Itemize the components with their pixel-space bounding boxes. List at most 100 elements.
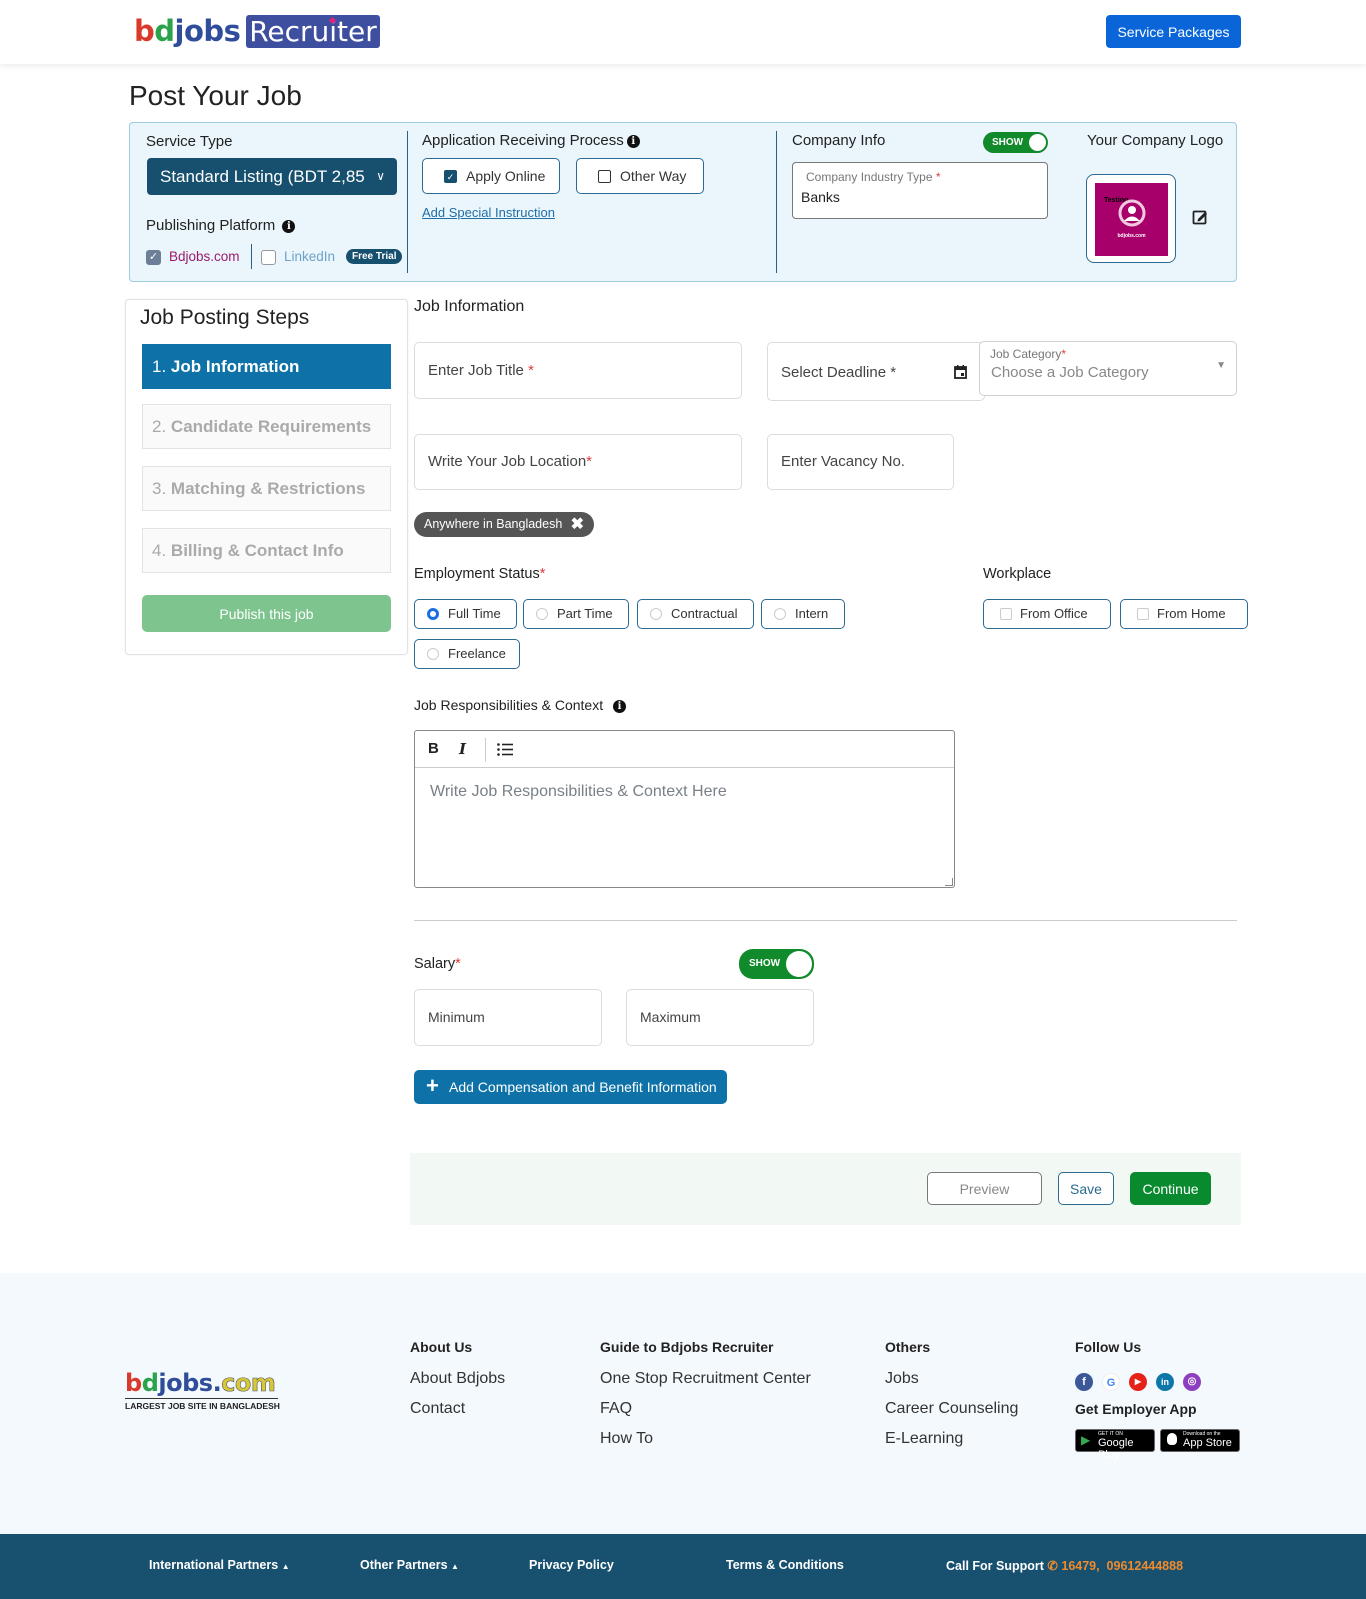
linkedin-checkbox[interactable] <box>261 250 276 265</box>
deadline-placeholder: Select Deadline * <box>781 364 897 381</box>
other-way-label: Other Way <box>620 168 687 184</box>
add-special-instruction-link[interactable]: Add Special Instruction <box>422 205 555 220</box>
step-number: 1. <box>152 357 167 376</box>
app-store-button[interactable]: Download on the App Store <box>1160 1429 1240 1452</box>
deadline-input[interactable]: Select Deadline * <box>767 342 985 401</box>
salary-visibility-toggle[interactable]: SHOW <box>739 949 814 979</box>
publishing-platform-label: Publishing Platform i <box>146 217 296 234</box>
salary-text: Salary <box>414 956 456 972</box>
radio-selected[interactable] <box>427 608 439 620</box>
responsibilities-editor[interactable]: B I Write Job Responsibilities & Context… <box>414 730 955 888</box>
other-way-checkbox[interactable] <box>598 170 611 183</box>
other-way-option[interactable]: Other Way <box>576 158 704 194</box>
workplace-checkbox[interactable] <box>1000 608 1012 620</box>
job-location-input[interactable]: Write Your Job Location* <box>414 434 742 490</box>
step-label: Matching & Restrictions <box>170 479 366 498</box>
employment-full-time[interactable]: Full Time <box>414 599 517 629</box>
instagram-icon[interactable]: ◎ <box>1183 1373 1201 1391</box>
bold-icon[interactable]: B <box>428 740 439 757</box>
step-matching-restrictions[interactable]: 3. Matching & Restrictions <box>142 466 391 511</box>
salary-minimum-input[interactable]: Minimum <box>414 989 602 1046</box>
footer-bottom-bar: International Partners ▲ Other Partners … <box>0 1534 1366 1599</box>
section-divider <box>776 131 777 273</box>
info-icon[interactable]: i <box>613 700 626 713</box>
bdjobs-checkbox[interactable]: ✓ <box>146 250 161 265</box>
recruiter-badge[interactable]: Recruiter <box>246 15 380 48</box>
job-category-select[interactable]: Job Category* Choose a Job Category ▼ <box>979 341 1237 396</box>
terms-conditions-link[interactable]: Terms & Conditions <box>726 1558 844 1572</box>
radio-unselected[interactable] <box>774 608 786 620</box>
employment-status-label: Employment Status* <box>414 566 546 582</box>
vacancy-input[interactable]: Enter Vacancy No. <box>767 434 954 490</box>
support-phone-number[interactable]: 16479, 09612444888 <box>1061 1559 1183 1573</box>
linkedin-icon[interactable]: in <box>1156 1373 1174 1391</box>
resize-handle[interactable] <box>945 878 953 886</box>
radio-label: Intern <box>795 606 829 621</box>
add-compensation-button[interactable]: + Add Compensation and Benefit Informatio… <box>414 1070 727 1104</box>
info-icon[interactable]: i <box>282 220 296 233</box>
google-icon[interactable]: G <box>1102 1373 1120 1391</box>
international-partners-dropdown[interactable]: International Partners ▲ <box>149 1558 290 1572</box>
phone-icon: ✆ <box>1047 1559 1058 1573</box>
footer-heading-others: Others <box>885 1339 931 1355</box>
privacy-policy-link[interactable]: Privacy Policy <box>529 1558 614 1572</box>
edit-icon[interactable] <box>1192 209 1208 225</box>
footer-link-career-counseling[interactable]: Career Counseling <box>885 1400 1018 1418</box>
bdjobs-logo[interactable]: bdjobs <box>134 14 241 48</box>
employment-contractual[interactable]: Contractual <box>637 599 754 629</box>
save-button[interactable]: Save <box>1058 1172 1114 1205</box>
step-candidate-requirements[interactable]: 2. Candidate Requirements <box>142 404 391 449</box>
preview-button[interactable]: Preview <box>927 1172 1042 1205</box>
workplace-from-office[interactable]: From Office <box>983 599 1111 629</box>
footer-link-jobs[interactable]: Jobs <box>885 1370 919 1388</box>
step-job-information[interactable]: 1. Job Information <box>142 344 391 389</box>
google-play-button[interactable]: ▶ GET IT ON Google Play <box>1075 1429 1155 1461</box>
italic-icon[interactable]: I <box>459 740 466 758</box>
radio-unselected[interactable] <box>427 648 439 660</box>
responsibilities-label: Job Responsibilities & Context i <box>414 697 626 713</box>
other-partners-label: Other Partners <box>360 1558 448 1572</box>
checkbox-label: From Home <box>1157 606 1226 621</box>
other-partners-dropdown[interactable]: Other Partners ▲ <box>360 1558 459 1572</box>
job-information-heading: Job Information <box>414 298 525 315</box>
facebook-icon[interactable]: f <box>1075 1373 1093 1391</box>
footer-heading-guide: Guide to Bdjobs Recruiter <box>600 1339 774 1355</box>
company-logo-frame[interactable]: Testing bdjobs.com <box>1086 174 1176 263</box>
employment-freelance[interactable]: Freelance <box>414 639 520 669</box>
job-title-input[interactable]: Enter Job Title * <box>414 342 742 399</box>
publish-job-button[interactable]: Publish this job <box>142 595 391 632</box>
footer-link-e-learning[interactable]: E-Learning <box>885 1430 963 1448</box>
store-big-text: Google Play <box>1098 1437 1134 1461</box>
company-industry-field[interactable]: Company Industry Type * Banks <box>792 162 1048 219</box>
footer-link-recruitment-center[interactable]: One Stop Recruitment Center <box>600 1370 811 1388</box>
store-big-text: App Store <box>1183 1437 1232 1449</box>
remove-chip-icon[interactable]: ✖ <box>571 512 584 537</box>
workplace-from-home[interactable]: From Home <box>1120 599 1248 629</box>
employment-intern[interactable]: Intern <box>761 599 845 629</box>
employment-part-time[interactable]: Part Time <box>523 599 629 629</box>
info-icon[interactable]: i <box>626 135 640 148</box>
apply-online-checkbox[interactable]: ✓ <box>444 170 457 183</box>
workplace-checkbox[interactable] <box>1137 608 1149 620</box>
service-packages-button[interactable]: Service Packages <box>1106 15 1241 48</box>
footer-bdjobs-logo[interactable]: bdjobs.com <box>125 1369 276 1398</box>
company-info-label: Company Info <box>792 132 886 149</box>
bullet-list-icon[interactable] <box>497 743 513 756</box>
salary-maximum-input[interactable]: Maximum <box>626 989 814 1046</box>
footer-link-about-bdjobs[interactable]: About Bdjobs <box>410 1370 505 1388</box>
calendar-icon[interactable] <box>954 365 967 379</box>
footer-link-contact[interactable]: Contact <box>410 1400 465 1418</box>
bdjobs-platform-label: Bdjobs.com <box>169 249 240 264</box>
footer-link-faq[interactable]: FAQ <box>600 1400 632 1418</box>
service-type-select[interactable]: Standard Listing (BDT 2,85 ∨ <box>147 158 397 195</box>
apply-online-option[interactable]: ✓ Apply Online <box>422 158 560 194</box>
youtube-icon[interactable]: ▶ <box>1129 1373 1147 1391</box>
continue-button[interactable]: Continue <box>1130 1172 1211 1205</box>
footer-link-how-to[interactable]: How To <box>600 1430 653 1448</box>
step-billing-contact[interactable]: 4. Billing & Contact Info <box>142 528 391 573</box>
radio-label: Full Time <box>448 606 501 621</box>
application-process-label: Application Receiving Process i <box>422 132 640 149</box>
company-info-toggle[interactable]: SHOW <box>983 132 1048 153</box>
radio-unselected[interactable] <box>536 608 548 620</box>
radio-unselected[interactable] <box>650 608 662 620</box>
